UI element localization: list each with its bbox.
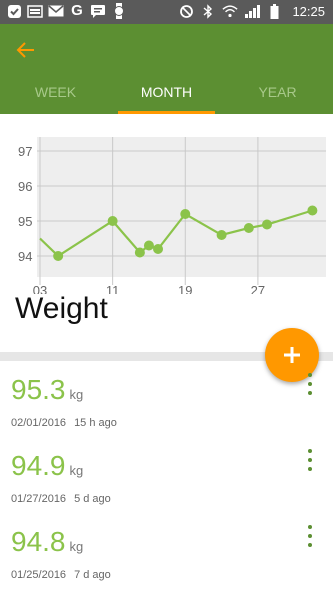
entry-ago: 5 d ago — [74, 493, 111, 505]
status-time: 12:25 — [292, 3, 325, 19]
y-tick-label: 97 — [18, 144, 32, 159]
more-options-icon[interactable] — [303, 525, 317, 547]
bluetooth-icon — [200, 3, 216, 19]
entry-unit: kg — [69, 387, 84, 402]
y-tick-label: 96 — [18, 179, 32, 194]
tab-month[interactable]: MONTH — [111, 78, 222, 114]
entry-value: 95.3 — [11, 374, 66, 405]
entry-unit: kg — [69, 539, 84, 554]
back-arrow-icon[interactable] — [14, 38, 38, 62]
entry-meta: 01/25/2016 7 d ago — [11, 569, 111, 581]
list-item[interactable]: 94.8 kg 01/25/2016 7 d ago — [0, 525, 333, 601]
app-bar: WEEK MONTH YEAR — [0, 24, 333, 114]
keyboard-icon — [27, 3, 43, 19]
data-point — [180, 209, 191, 219]
tab-week[interactable]: WEEK — [0, 78, 111, 114]
data-point — [261, 219, 272, 230]
list-item[interactable]: 94.9 kg 01/27/2016 5 d ago — [0, 449, 333, 525]
data-point — [143, 240, 154, 251]
sync-icon — [178, 3, 194, 19]
plus-icon — [284, 347, 300, 363]
section-title: Weight — [15, 292, 108, 325]
data-point — [216, 230, 227, 240]
more-options-icon[interactable] — [303, 449, 317, 471]
entry-ago: 7 d ago — [74, 569, 111, 581]
entry-value: 94.9 — [11, 450, 66, 481]
x-tick-label: 19 — [178, 283, 192, 294]
google-icon: G — [71, 2, 83, 19]
signal-icon — [244, 3, 261, 19]
series-line — [39, 209, 313, 258]
weight-chart: 97 96 95 94 03 11 19 27 — [0, 134, 333, 294]
mail-icon — [48, 3, 64, 19]
entry-meta: 02/01/2016 15 h ago — [11, 417, 117, 429]
entry-value-row: 95.3 kg — [11, 374, 83, 406]
tab-year[interactable]: YEAR — [222, 78, 333, 114]
y-tick-label: 95 — [18, 214, 32, 229]
list-item[interactable]: 95.3 kg 02/01/2016 15 h ago — [0, 373, 333, 449]
entry-date: 01/25/2016 — [11, 569, 67, 581]
chat-icon — [90, 3, 106, 19]
entry-value-row: 94.8 kg — [11, 526, 83, 558]
chart-svg: 9796959403 11 19 27 — [18, 137, 326, 294]
entry-value-row: 94.9 kg — [11, 450, 83, 482]
check-icon — [6, 3, 22, 19]
watch-icon — [111, 3, 127, 19]
entry-meta: 01/27/2016 5 d ago — [11, 493, 111, 505]
battery-icon — [266, 3, 282, 19]
entry-date: 02/01/2016 — [11, 417, 67, 429]
data-point — [307, 205, 318, 216]
wifi-icon — [222, 3, 239, 19]
x-tick-label: 27 — [251, 283, 265, 294]
more-options-icon[interactable] — [303, 373, 317, 395]
period-tabs: WEEK MONTH YEAR — [0, 78, 333, 114]
data-point — [243, 223, 254, 233]
data-point — [134, 247, 145, 258]
status-bar: G 12:25 — [0, 0, 333, 24]
entry-ago: 15 h ago — [74, 417, 117, 429]
y-tick-label: 94 — [18, 249, 32, 264]
entry-date: 01/27/2016 — [11, 493, 67, 505]
data-point — [153, 244, 164, 254]
entry-value: 94.8 — [11, 526, 66, 557]
data-point — [107, 216, 118, 226]
data-point — [53, 251, 64, 261]
entry-unit: kg — [69, 463, 84, 478]
